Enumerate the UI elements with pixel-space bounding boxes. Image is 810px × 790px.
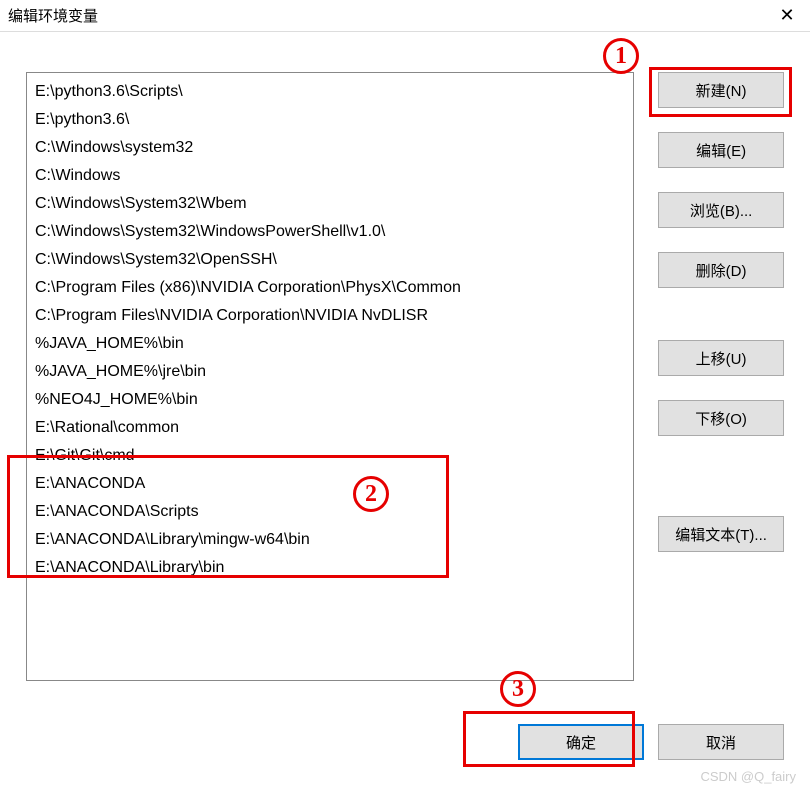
list-item[interactable]: C:\Windows\System32\Wbem — [27, 190, 633, 218]
list-item[interactable]: %JAVA_HOME%\bin — [27, 330, 633, 358]
close-icon[interactable]: ✕ — [764, 0, 810, 32]
list-item[interactable]: %NEO4J_HOME%\bin — [27, 386, 633, 414]
browse-button[interactable]: 浏览(B)... — [658, 192, 784, 228]
list-item[interactable]: E:\python3.6\Scripts\ — [27, 78, 633, 106]
list-item[interactable]: C:\Windows\System32\OpenSSH\ — [27, 246, 633, 274]
move-down-button[interactable]: 下移(O) — [658, 400, 784, 436]
watermark: CSDN @Q_fairy — [700, 769, 796, 784]
list-item[interactable]: C:\Windows — [27, 162, 633, 190]
edit-button[interactable]: 编辑(E) — [658, 132, 784, 168]
annotation-circle-3: 3 — [500, 671, 536, 707]
list-item[interactable]: E:\ANACONDA — [27, 470, 633, 498]
list-item[interactable]: %JAVA_HOME%\jre\bin — [27, 358, 633, 386]
list-item[interactable]: E:\Rational\common — [27, 414, 633, 442]
annotation-circle-2: 2 — [353, 476, 389, 512]
list-item[interactable]: E:\python3.6\ — [27, 106, 633, 134]
env-var-listbox[interactable]: E:\python3.6\Scripts\ E:\python3.6\ C:\W… — [26, 72, 634, 681]
edit-text-button[interactable]: 编辑文本(T)... — [658, 516, 784, 552]
cancel-button[interactable]: 取消 — [658, 724, 784, 760]
new-button[interactable]: 新建(N) — [658, 72, 784, 108]
list-item[interactable]: E:\ANACONDA\Scripts — [27, 498, 633, 526]
list-item[interactable]: E:\Git\Git\cmd — [27, 442, 633, 470]
dialog-content: E:\python3.6\Scripts\ E:\python3.6\ C:\W… — [0, 32, 810, 701]
move-up-button[interactable]: 上移(U) — [658, 340, 784, 376]
dialog-footer: 确定 取消 — [518, 724, 784, 760]
list-item[interactable]: C:\Windows\System32\WindowsPowerShell\v1… — [27, 218, 633, 246]
window-title: 编辑环境变量 — [8, 5, 98, 26]
list-item[interactable]: E:\ANACONDA\Library\bin — [27, 554, 633, 582]
delete-button[interactable]: 删除(D) — [658, 252, 784, 288]
list-inner: E:\python3.6\Scripts\ E:\python3.6\ C:\W… — [27, 73, 633, 582]
ok-button[interactable]: 确定 — [518, 724, 644, 760]
list-item[interactable]: C:\Program Files\NVIDIA Corporation\NVID… — [27, 302, 633, 330]
list-item[interactable]: C:\Program Files (x86)\NVIDIA Corporatio… — [27, 274, 633, 302]
list-item[interactable]: E:\ANACONDA\Library\mingw-w64\bin — [27, 526, 633, 554]
side-buttons: 新建(N) 编辑(E) 浏览(B)... 删除(D) 上移(U) 下移(O) 编… — [658, 72, 784, 681]
titlebar: 编辑环境变量 ✕ — [0, 0, 810, 32]
list-item[interactable]: C:\Windows\system32 — [27, 134, 633, 162]
annotation-circle-1: 1 — [603, 38, 639, 74]
